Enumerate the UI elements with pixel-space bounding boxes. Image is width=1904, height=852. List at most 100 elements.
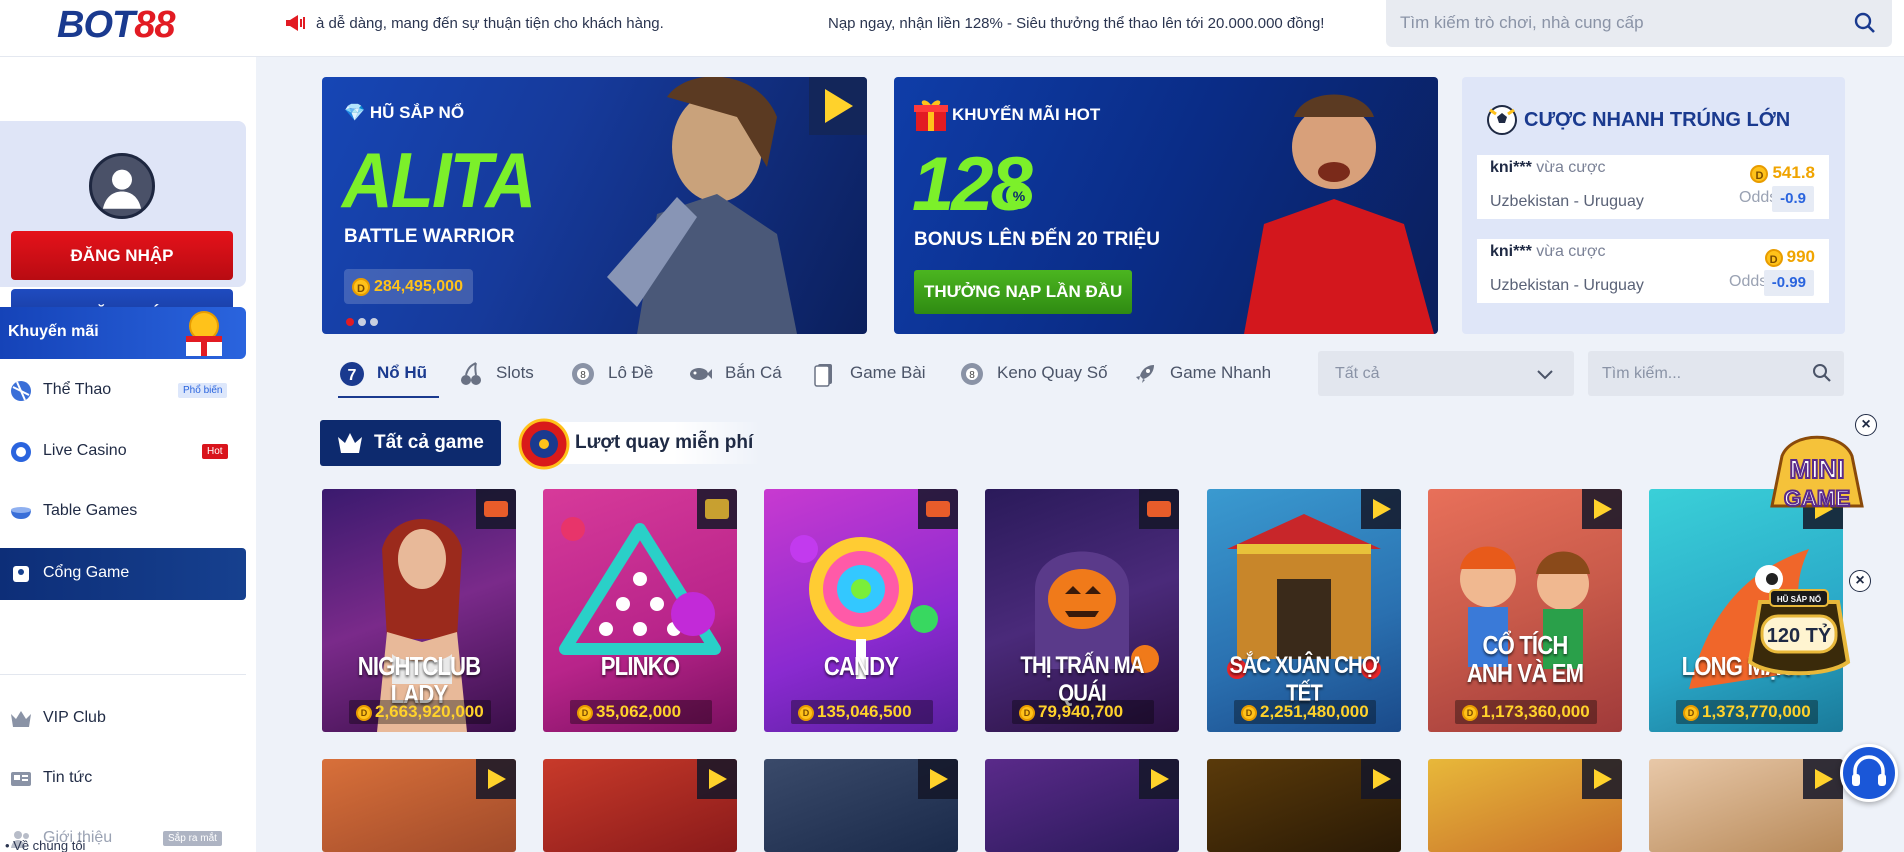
svg-text:8: 8	[580, 370, 586, 381]
hot-badge: Hot	[202, 444, 228, 459]
provider-badge-icon	[918, 489, 958, 529]
carousel-dot[interactable]	[358, 318, 366, 326]
provider-badge-icon	[1803, 759, 1843, 799]
megaphone-icon	[286, 15, 305, 31]
bet-entry[interactable]: kni*** vừa cược D 990 Uzbekistan - Urugua…	[1477, 239, 1829, 303]
tab-game-bai[interactable]: Game Bài	[812, 351, 932, 398]
select-value: Tất cả	[1335, 365, 1380, 382]
mini-game-button[interactable]: MINI GAME	[1762, 426, 1872, 522]
game-jackpot: D 1,373,770,000	[1676, 700, 1818, 724]
provider-badge-icon	[1361, 489, 1401, 529]
coin-icon: D	[1019, 704, 1035, 721]
free-spin-button[interactable]: Lượt quay miễn phí	[518, 418, 761, 470]
game-title: PLINKO	[600, 651, 680, 681]
crown-icon	[11, 711, 31, 727]
gift-icon	[914, 100, 948, 131]
game-card[interactable]	[764, 759, 958, 852]
sidebar-item-label: Table Games	[43, 502, 138, 519]
game-card[interactable]: CANDY D 135,046,500	[764, 489, 958, 732]
search-icon[interactable]	[1812, 363, 1832, 383]
bet-match: Uzbekistan - Uruguay	[1490, 193, 1644, 210]
news-icon	[11, 772, 31, 786]
carousel-dots[interactable]	[346, 318, 378, 326]
game-card[interactable]: CỔ TÍCH ANH VÀ EM D 1,173,360,000	[1428, 489, 1622, 732]
coin-icon: D	[352, 277, 370, 296]
banner-jackpot: D 284,495,000	[344, 269, 473, 304]
sidebar-item-table-games[interactable]: Table Games	[0, 486, 246, 538]
tab-ban-ca[interactable]: Bắn Cá	[687, 351, 797, 398]
provider-badge-icon	[1361, 759, 1401, 799]
game-card[interactable]	[322, 759, 516, 852]
auth-box: ĐĂNG NHẬP ĐĂNG KÝ	[0, 121, 246, 339]
game-card[interactable]	[1428, 759, 1622, 852]
provider-badge-icon	[476, 759, 516, 799]
sidebar-item-news[interactable]: Tin tức	[0, 753, 246, 805]
tab-label: Game Bài	[850, 363, 926, 382]
provider-badge-icon	[697, 759, 737, 799]
sidebar: ĐĂNG NHẬP ĐĂNG KÝ Khuyến mãi Thể Thao Ph…	[0, 57, 256, 852]
tab-label: Bắn Cá	[725, 363, 782, 382]
game-search-input[interactable]	[1602, 362, 1802, 386]
site-logo[interactable]: BOT88	[57, 4, 176, 47]
table-game-icon	[11, 507, 31, 519]
all-games-button[interactable]: Tất cả game	[320, 420, 501, 466]
provider-badge-icon	[1139, 489, 1179, 529]
search-icon[interactable]	[1854, 12, 1876, 34]
tab-no-hu[interactable]: 7 Nổ Hũ	[338, 351, 439, 398]
sidebar-item-label: Tin tức	[43, 769, 93, 786]
carousel-dot[interactable]	[346, 318, 354, 326]
provider-badge-icon	[918, 759, 958, 799]
game-card[interactable]	[1649, 759, 1843, 852]
quick-bet-widget: CƯỢC NHANH TRÚNG LỚN kni*** vừa cược D 54…	[1462, 77, 1845, 334]
chevron-down-icon	[1537, 370, 1553, 380]
sidebar-item-vip-club[interactable]: VIP Club	[0, 693, 246, 745]
game-jackpot: D 135,046,500	[791, 700, 933, 724]
crown-icon	[338, 433, 362, 453]
about-us-link[interactable]: • Về chúng tôi	[5, 838, 85, 852]
lucky-wheel-icon	[518, 418, 570, 470]
support-headset-button[interactable]	[1840, 744, 1898, 802]
sidebar-item-label: Thể Thao	[43, 381, 112, 398]
jackpot-value: 2,663,920,000	[375, 702, 484, 721]
first-deposit-button[interactable]: THƯỞNG NẠP LẦN ĐẦU	[914, 270, 1133, 314]
banner-promo-128[interactable]: KHUYẾN MÃI HOT 128 % BONUS LÊN ĐẾN 20 TR…	[894, 77, 1438, 334]
coin-icon: D	[577, 704, 593, 721]
bet-entry[interactable]: kni*** vừa cược D 541.8 Uzbekistan - Urug…	[1477, 155, 1829, 219]
tab-slots[interactable]: Slots	[458, 351, 548, 398]
game-card[interactable]: THỊ TRẤN MA QUÁI D 79,940,700	[985, 489, 1179, 732]
game-filter-select[interactable]: Tất cả	[1318, 351, 1574, 396]
bet-amount: D 990	[1764, 247, 1815, 267]
warrior-art-icon	[607, 77, 797, 334]
game-card[interactable]: PLINKO D 35,062,000	[543, 489, 737, 732]
logo-text-bot: BOT	[57, 4, 135, 46]
sidebar-item-label: Live Casino	[43, 442, 127, 459]
sidebar-item-promotions[interactable]: Khuyến mãi	[0, 307, 246, 359]
carousel-dot[interactable]	[370, 318, 378, 326]
category-tabs: 7 Nổ Hũ Slots 8 Lô Đề Bắn Cá Game Bài 8 …	[320, 351, 1320, 398]
game-title: CANDY	[823, 651, 899, 681]
game-card[interactable]: SẮC XUÂN CHỢ TẾT D 2,251,480,000	[1207, 489, 1401, 732]
tab-keno[interactable]: 8 Keno Quay Số	[959, 351, 1109, 398]
banner-tag: 💎 HŨ SẮP NỔ	[344, 103, 465, 122]
coin-icon: D	[798, 704, 814, 721]
game-card[interactable]: NIGHTCLUB LADY D 2,663,920,000	[322, 489, 516, 732]
sports-ball-icon	[11, 381, 31, 401]
bet-username: kni***	[1490, 159, 1532, 176]
tab-game-nhanh[interactable]: Game Nhanh	[1132, 351, 1282, 398]
top-search-input[interactable]	[1400, 10, 1840, 36]
game-card[interactable]	[985, 759, 1179, 852]
tab-label: Keno Quay Số	[997, 363, 1108, 382]
sidebar-item-live-casino[interactable]: Live Casino Hot	[0, 426, 246, 478]
game-card[interactable]	[543, 759, 737, 852]
jackpot-widget-label: HŨ SẮP NỔ	[1777, 595, 1821, 604]
sidebar-item-game-portal[interactable]: Cổng Game	[0, 548, 246, 600]
tab-lo-de[interactable]: 8 Lô Đề	[570, 351, 670, 398]
sidebar-item-sports[interactable]: Thể Thao Phổ biến	[0, 365, 246, 417]
login-button[interactable]: ĐĂNG NHẬP	[11, 231, 233, 280]
game-card[interactable]	[1207, 759, 1401, 852]
coin-icon: D	[356, 704, 372, 721]
jackpot-widget-button[interactable]: HŨ SẮP NỔ 120 TỶ	[1740, 572, 1858, 682]
banner-alita[interactable]: 💎 HŨ SẮP NỔ ALITA BATTLE WARRIOR D 284,49…	[322, 77, 867, 334]
about-us-label: Về chúng tôi	[13, 838, 86, 852]
provider-badge-icon	[1582, 489, 1622, 529]
